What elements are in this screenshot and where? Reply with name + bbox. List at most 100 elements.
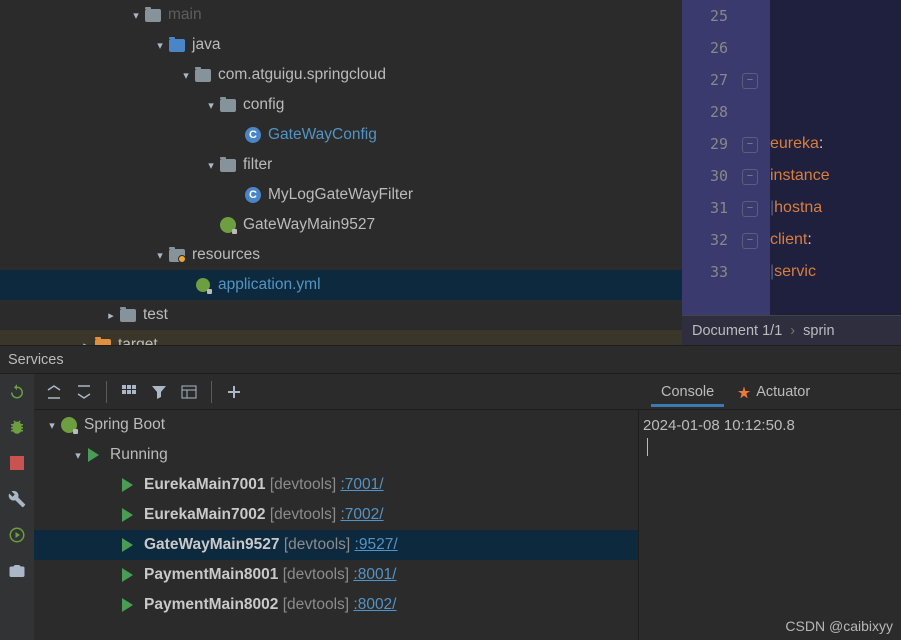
tab-actuator[interactable]: Actuator bbox=[726, 378, 820, 406]
run-devtools-label: [devtools] bbox=[283, 566, 349, 584]
stop-button[interactable] bbox=[6, 452, 28, 474]
fold-icon[interactable] bbox=[736, 201, 764, 215]
run-app-row[interactable]: PaymentMain8001 [devtools] :8001/ bbox=[34, 560, 638, 590]
project-tree[interactable]: main java com.atguigu.springcloud config… bbox=[0, 0, 682, 345]
run-port-link[interactable]: :7002/ bbox=[340, 506, 383, 524]
folder-icon bbox=[120, 309, 136, 322]
tab-console[interactable]: Console bbox=[651, 378, 724, 407]
code-area[interactable]: eureka: instance | hostna client: | serv… bbox=[770, 0, 901, 315]
run-port-link[interactable]: :7001/ bbox=[340, 476, 383, 494]
tree-label: application.yml bbox=[218, 276, 321, 294]
services-toolwindow-header[interactable]: Services bbox=[0, 345, 901, 373]
chevron-down-icon bbox=[44, 419, 60, 432]
expand-all-button[interactable] bbox=[42, 380, 66, 404]
services-tree[interactable]: Spring Boot Running EurekaMain7001 [devt… bbox=[34, 410, 638, 640]
yaml-key: servic bbox=[774, 263, 816, 281]
run-port-link[interactable]: :8001/ bbox=[353, 566, 396, 584]
run-app-row[interactable]: PaymentMain8002 [devtools] :8002/ bbox=[34, 590, 638, 620]
yaml-key: instance bbox=[770, 167, 830, 185]
tree-node-filter[interactable]: filter bbox=[0, 150, 682, 180]
line-number: 30 bbox=[682, 167, 736, 185]
run-app-row[interactable]: GateWayMain9527 [devtools] :9527/ bbox=[34, 530, 638, 560]
fold-icon[interactable] bbox=[736, 169, 764, 183]
spring-boot-icon bbox=[220, 217, 236, 233]
fold-icon[interactable] bbox=[736, 73, 764, 87]
line-number: 28 bbox=[682, 103, 736, 121]
yaml-key: client bbox=[770, 231, 807, 249]
line-number: 27 bbox=[682, 71, 736, 89]
run-port-link[interactable]: :9527/ bbox=[355, 536, 398, 554]
run-label: Running bbox=[110, 446, 168, 464]
run-devtools-label: [devtools] bbox=[284, 536, 350, 554]
collapse-all-button[interactable] bbox=[72, 380, 96, 404]
tree-node-application-yml[interactable]: application.yml bbox=[0, 270, 682, 300]
class-icon: C bbox=[245, 127, 261, 143]
tree-node-config[interactable]: config bbox=[0, 90, 682, 120]
settings-button[interactable] bbox=[6, 488, 28, 510]
services-title: Services bbox=[8, 352, 64, 368]
rerun-button[interactable] bbox=[6, 380, 28, 402]
run-app-name: PaymentMain8001 bbox=[144, 566, 278, 584]
add-button[interactable] bbox=[222, 380, 246, 404]
filter-button[interactable] bbox=[147, 380, 171, 404]
tree-node-main[interactable]: main bbox=[0, 0, 682, 30]
grid-button[interactable] bbox=[117, 380, 141, 404]
run-dashboard-button[interactable] bbox=[6, 524, 28, 546]
debug-button[interactable] bbox=[6, 416, 28, 438]
spring-boot-icon bbox=[61, 417, 77, 433]
run-app-name: EurekaMain7001 bbox=[144, 476, 266, 494]
tree-node-gatewaymain[interactable]: GateWayMain9527 bbox=[0, 210, 682, 240]
chevron-down-icon bbox=[152, 39, 168, 52]
camera-button[interactable] bbox=[6, 560, 28, 582]
yaml-key: hostna bbox=[774, 199, 822, 217]
tree-node-java[interactable]: java bbox=[0, 30, 682, 60]
console-tabs: Console Actuator bbox=[639, 374, 901, 410]
chevron-down-icon bbox=[178, 69, 194, 82]
run-port-link[interactable]: :8002/ bbox=[353, 596, 396, 614]
run-app-name: EurekaMain7002 bbox=[144, 506, 266, 524]
watermark: CSDN @caibixyy bbox=[785, 618, 893, 634]
tree-label: java bbox=[192, 36, 220, 54]
play-icon bbox=[122, 568, 136, 582]
tree-label: config bbox=[243, 96, 284, 114]
run-node-springboot[interactable]: Spring Boot bbox=[34, 410, 638, 440]
yaml-file-icon bbox=[195, 277, 211, 293]
tree-node-test[interactable]: test bbox=[0, 300, 682, 330]
chevron-down-icon bbox=[203, 159, 219, 172]
tree-label: GateWayConfig bbox=[268, 126, 377, 144]
run-app-row[interactable]: EurekaMain7001 [devtools] :7001/ bbox=[34, 470, 638, 500]
console-output[interactable]: 2024-01-08 10:12:50.8 bbox=[639, 410, 901, 640]
run-toolbar bbox=[0, 374, 34, 640]
chevron-right-icon: › bbox=[790, 323, 795, 339]
play-icon bbox=[122, 508, 136, 522]
fold-icon[interactable] bbox=[736, 137, 764, 151]
target-folder-icon bbox=[95, 339, 111, 346]
run-node-running[interactable]: Running bbox=[34, 440, 638, 470]
tree-node-logfilter[interactable]: C MyLogGateWayFilter bbox=[0, 180, 682, 210]
package-icon bbox=[220, 159, 236, 172]
tree-node-target[interactable]: target bbox=[0, 330, 682, 345]
tree-label: target bbox=[118, 336, 158, 345]
run-devtools-label: [devtools] bbox=[270, 476, 336, 494]
line-number: 32 bbox=[682, 231, 736, 249]
breadcrumb-bar[interactable]: Document 1/1 › sprin bbox=[682, 315, 901, 345]
document-position: Document 1/1 bbox=[692, 323, 782, 339]
fold-icon[interactable] bbox=[736, 233, 764, 247]
tree-node-resources[interactable]: resources bbox=[0, 240, 682, 270]
run-app-name: GateWayMain9527 bbox=[144, 536, 280, 554]
text-cursor bbox=[647, 438, 648, 456]
line-number: 33 bbox=[682, 263, 736, 281]
play-icon bbox=[122, 478, 136, 492]
run-app-name: PaymentMain8002 bbox=[144, 596, 278, 614]
folder-source-icon bbox=[169, 39, 185, 52]
run-devtools-label: [devtools] bbox=[283, 596, 349, 614]
layout-button[interactable] bbox=[177, 380, 201, 404]
tree-label: resources bbox=[192, 246, 260, 264]
tree-node-package[interactable]: com.atguigu.springcloud bbox=[0, 60, 682, 90]
chevron-right-icon bbox=[103, 309, 119, 322]
editor[interactable]: 25 26 27 28 29 30 31 32 33 eureka: i bbox=[682, 0, 901, 345]
run-app-row[interactable]: EurekaMain7002 [devtools] :7002/ bbox=[34, 500, 638, 530]
tree-node-gatewayconfig[interactable]: C GateWayConfig bbox=[0, 120, 682, 150]
line-number: 26 bbox=[682, 39, 736, 57]
breadcrumb-file: sprin bbox=[803, 323, 834, 339]
